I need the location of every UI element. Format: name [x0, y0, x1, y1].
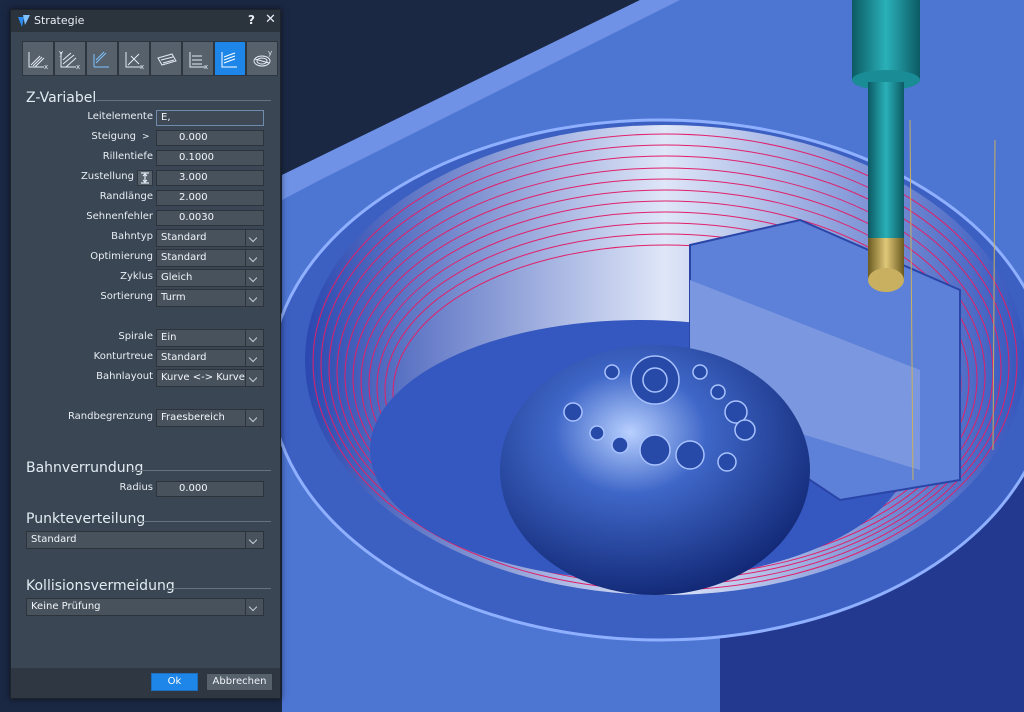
strategy-contour-button[interactable] [86, 41, 118, 76]
strategy-offset-x-icon: x [125, 52, 144, 70]
konturtreue-select[interactable]: Standard [156, 349, 264, 367]
kollisionsvermeidung-value: Keine Prüfung [31, 601, 101, 612]
kollisionsvermeidung-heading: Kollisionsvermeidung [26, 578, 175, 594]
randbegrenzung-label: Randbegrenzung [67, 411, 153, 422]
bahntyp-value: Standard [161, 232, 207, 243]
bahntyp-select[interactable]: Standard [156, 229, 264, 247]
spirale-label: Spirale [118, 331, 153, 342]
bahnlayout-select[interactable]: Kurve <-> Kurve [156, 369, 264, 387]
strategy-spiral-z-icon: y [253, 49, 272, 67]
svg-text:x: x [140, 63, 144, 70]
strategy-contour-icon [93, 51, 109, 68]
help-button[interactable]: ? [248, 13, 255, 27]
cancel-button[interactable]: Abbrechen [206, 673, 273, 691]
close-button[interactable]: ✕ [265, 12, 276, 27]
chevron-down-icon [245, 330, 263, 346]
zyklus-value: Gleich [161, 272, 193, 283]
zyklus-select[interactable]: Gleich [156, 269, 264, 287]
strategy-parallel-y-button[interactable]: xy [54, 41, 86, 76]
sortierung-label: Sortierung [100, 291, 153, 302]
leitelemente-input[interactable]: E, [156, 110, 264, 126]
sortierung-select[interactable]: Turm [156, 289, 264, 307]
konturtreue-label: Konturtreue [93, 351, 153, 362]
strategy-z-levels-icon: x [189, 52, 208, 70]
steigung-arrow-icon: > [142, 132, 150, 142]
rillentiefe-label: Rillentiefe [102, 151, 153, 162]
rillentiefe-input[interactable]: 0.1000 [156, 150, 264, 166]
strategy-z-levels-button[interactable]: x [182, 41, 214, 76]
randlaenge-label: Randlänge [99, 191, 153, 202]
svg-text:y: y [59, 49, 63, 57]
z-variabel-heading: Z-Variabel [26, 90, 97, 106]
dialog-title: Strategie [34, 14, 85, 27]
bahnlayout-value: Kurve <-> Kurve [161, 372, 245, 383]
zustellung-label: Zustellung [80, 171, 134, 182]
chevron-down-icon [245, 410, 263, 426]
zustellung-pick-icon[interactable] [137, 170, 153, 186]
randbegrenzung-select[interactable]: Fraesbereich [156, 409, 264, 427]
dialog-titlebar[interactable]: Strategie ? ✕ [11, 10, 280, 32]
svg-text:x: x [76, 63, 80, 70]
chevron-down-icon [245, 230, 263, 246]
zustellung-input[interactable]: 3.000 [156, 170, 264, 186]
strategy-z-variable-icon [221, 52, 237, 68]
chevron-down-icon [245, 350, 263, 366]
bahnverrundung-divider [131, 470, 271, 471]
konturtreue-value: Standard [161, 352, 207, 363]
svg-text:x: x [44, 63, 48, 70]
chevron-down-icon [245, 532, 263, 548]
leitelemente-label: Leitelemente [87, 111, 153, 122]
z-variabel-divider [96, 100, 271, 101]
punkteverteilung-divider [139, 521, 271, 522]
chevron-down-icon [245, 250, 263, 266]
sortierung-value: Turm [161, 292, 186, 303]
chevron-down-icon [245, 599, 263, 615]
svg-text:x: x [204, 63, 208, 70]
spirale-select[interactable]: Ein [156, 329, 264, 347]
kollisionsvermeidung-select[interactable]: Keine Prüfung [26, 598, 264, 616]
bahnlayout-label: Bahnlayout [96, 371, 153, 382]
sehnenfehler-input[interactable]: 0.0030 [156, 210, 264, 226]
steigung-label: Steigung [91, 131, 136, 142]
strategy-offset-x-button[interactable]: x [118, 41, 150, 76]
strategy-plane-button[interactable] [150, 41, 182, 76]
strategie-dialog: Strategie ? ✕ x xy x x y Z-Variabel Leit… [10, 9, 281, 699]
strategy-parallel-x-icon: x [28, 52, 48, 70]
strategy-z-variable-button[interactable] [214, 41, 246, 76]
kollisionsvermeidung-divider [166, 588, 271, 589]
bahntyp-label: Bahntyp [111, 231, 153, 242]
punkteverteilung-value: Standard [31, 534, 77, 545]
randlaenge-input[interactable]: 2.000 [156, 190, 264, 206]
chevron-down-icon [245, 370, 263, 386]
ok-button[interactable]: Ok [151, 673, 198, 691]
bahnverrundung-heading: Bahnverrundung [26, 460, 144, 476]
strategy-parallel-y-icon: xy [59, 49, 80, 70]
optimierung-value: Standard [161, 252, 207, 263]
zyklus-label: Zyklus [120, 271, 153, 282]
steigung-input[interactable]: 0.000 [156, 130, 264, 146]
chevron-down-icon [245, 270, 263, 286]
strategy-spiral-z-button[interactable]: y [246, 41, 278, 76]
randbegrenzung-value: Fraesbereich [161, 412, 225, 423]
app-logo-icon [18, 15, 30, 27]
optimierung-select[interactable]: Standard [156, 249, 264, 267]
punkteverteilung-select[interactable]: Standard [26, 531, 264, 549]
spirale-value: Ein [161, 332, 177, 343]
punkteverteilung-heading: Punkteverteilung [26, 511, 146, 527]
sehnenfehler-label: Sehnenfehler [86, 211, 153, 222]
radius-label: Radius [119, 482, 153, 493]
radius-input[interactable]: 0.000 [156, 481, 264, 497]
svg-text:y: y [268, 49, 272, 57]
chevron-down-icon [245, 290, 263, 306]
strategy-parallel-x-button[interactable]: x [22, 41, 54, 76]
optimierung-label: Optimierung [90, 251, 153, 262]
strategy-plane-icon [157, 53, 177, 66]
